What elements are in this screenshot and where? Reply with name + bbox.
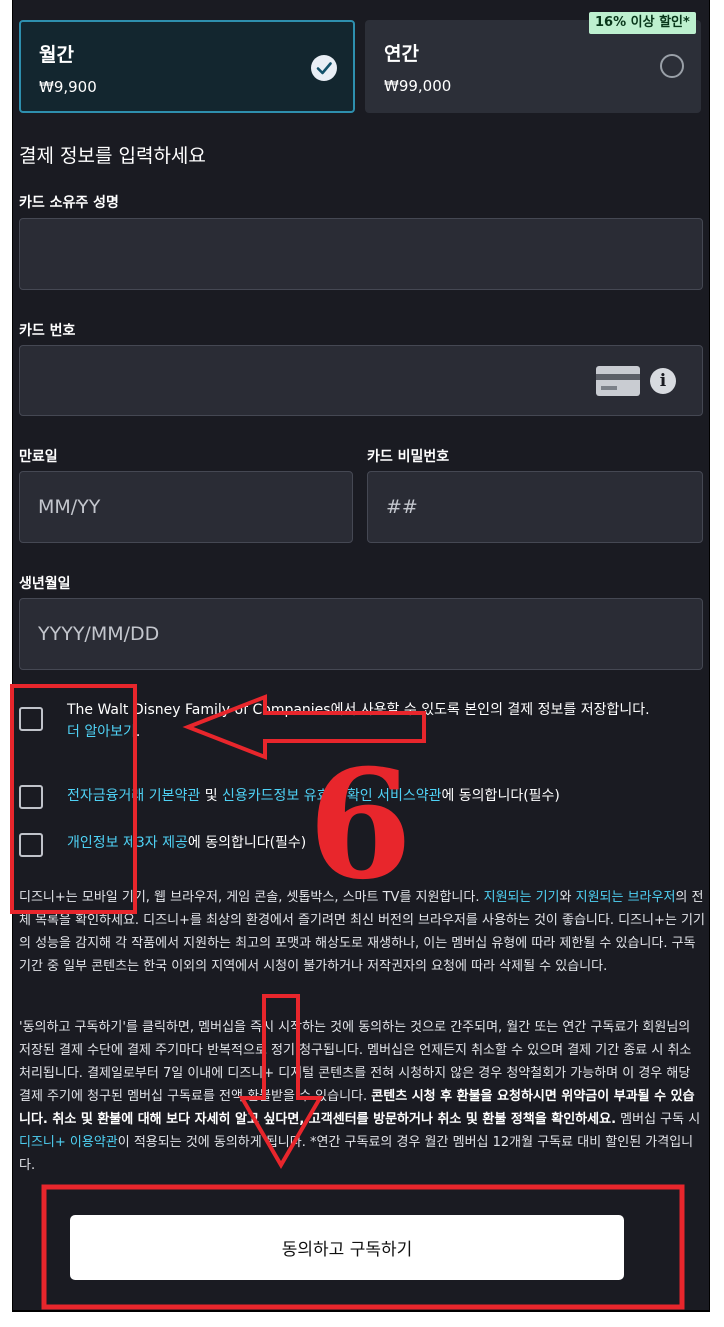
terms-mid-text: 및 bbox=[200, 788, 223, 804]
paragraph-text: 멤버십 구독 시 bbox=[616, 1112, 701, 1127]
cvv-field[interactable] bbox=[367, 471, 703, 543]
annotation-step-number: 6 bbox=[308, 737, 413, 913]
subscription-terms-paragraph: '동의하고 구독하기'를 클릭하면, 멤버십을 즉시 시작하는 것에 동의하는 … bbox=[19, 1016, 705, 1177]
expiry-label: 만료일 bbox=[19, 449, 58, 465]
refund-policy-link[interactable]: 취소 및 환불 정책 bbox=[437, 1112, 534, 1127]
privacy-checkbox[interactable] bbox=[19, 833, 43, 857]
save-payment-tail: . bbox=[135, 724, 141, 740]
card-number-field[interactable]: i bbox=[19, 345, 703, 416]
learn-more-link[interactable]: 더 알아보기 bbox=[67, 724, 136, 740]
paragraph-text: 와 bbox=[559, 890, 576, 905]
plan-card-monthly[interactable]: 월간 ₩9,900 bbox=[19, 20, 355, 113]
terms-tail-text: 에 동의합니다(필수) bbox=[441, 788, 560, 804]
privacy-third-party-link[interactable]: 개인정보 제3자 제공 bbox=[67, 835, 188, 851]
electronic-finance-terms-link[interactable]: 전자금융거래 기본약관 bbox=[67, 788, 200, 804]
checkout-panel: 월간 ₩9,900 연간 ₩99,000 결제 정보를 입력하세요 카드 소유주… bbox=[12, 0, 710, 1312]
card-holder-field[interactable] bbox=[19, 218, 703, 290]
refund-warning-tail: 을 확인하세요. bbox=[534, 1112, 617, 1127]
plan-name: 월간 bbox=[39, 44, 74, 66]
terms-checkbox[interactable] bbox=[19, 785, 43, 809]
plan-price: ₩99,000 bbox=[384, 77, 452, 95]
discount-badge: 16% 이상 할인* bbox=[589, 12, 696, 34]
paragraph-text: 디즈니+는 모바일 기기, 웹 브라우저, 게임 콘솔, 셋톱박스, 스마트 T… bbox=[19, 890, 484, 905]
save-payment-checkbox[interactable] bbox=[19, 707, 43, 731]
agree-subscribe-button[interactable]: 동의하고 구독하기 bbox=[70, 1215, 624, 1280]
info-icon[interactable]: i bbox=[650, 368, 676, 394]
birth-date-label: 생년월일 bbox=[19, 576, 71, 592]
section-title: 결제 정보를 입력하세요 bbox=[19, 145, 206, 167]
card-holder-label: 카드 소유주 성명 bbox=[19, 195, 119, 211]
save-payment-label: The Walt Disney Family of Companies에서 사용… bbox=[67, 702, 650, 718]
privacy-tail-text: 에 동의합니다(필수) bbox=[187, 835, 307, 851]
cvv-input[interactable] bbox=[368, 472, 702, 542]
disney-plus-terms-link[interactable]: 디즈니+ 이용약관 bbox=[19, 1135, 118, 1150]
supported-browsers-link[interactable]: 지원되는 브라우저 bbox=[576, 890, 676, 905]
radio-unchecked-icon bbox=[660, 54, 684, 78]
paragraph-text: 이 적용되는 것에 동의하게 됩니다. *연간 구독료의 경우 월간 멤버십 1… bbox=[19, 1135, 694, 1173]
plan-name: 연간 bbox=[384, 43, 419, 65]
plan-price: ₩9,900 bbox=[39, 78, 97, 96]
screenshot-frame: 월간 ₩9,900 연간 ₩99,000 결제 정보를 입력하세요 카드 소유주… bbox=[0, 0, 724, 1327]
credit-card-icon bbox=[596, 366, 640, 396]
checkmark-icon bbox=[311, 55, 337, 81]
cvv-label: 카드 비밀번호 bbox=[367, 449, 450, 465]
supported-devices-link[interactable]: 지원되는 기기 bbox=[484, 890, 560, 905]
expiry-input[interactable] bbox=[20, 472, 352, 542]
card-number-label: 카드 번호 bbox=[19, 323, 76, 339]
card-holder-input[interactable] bbox=[20, 219, 702, 289]
birth-date-field[interactable] bbox=[19, 598, 703, 670]
birth-date-input[interactable] bbox=[20, 599, 702, 669]
expiry-field[interactable] bbox=[19, 471, 353, 543]
